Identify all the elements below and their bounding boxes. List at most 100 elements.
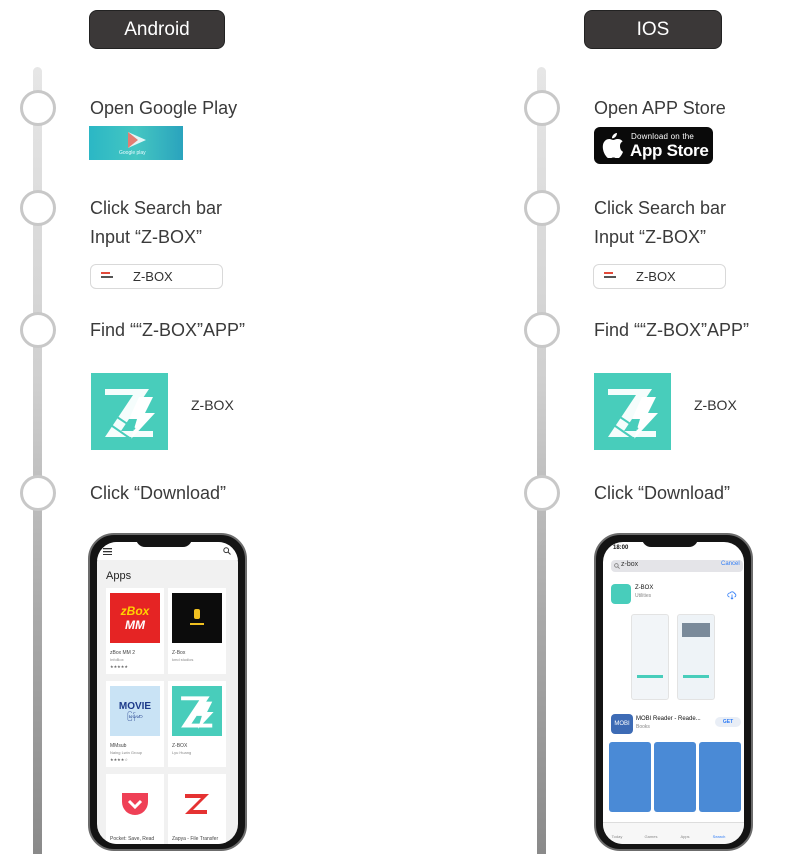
ios-status-time: 18:00 bbox=[613, 545, 629, 551]
ios-timeline-rail bbox=[537, 67, 546, 854]
menu-icon bbox=[101, 272, 113, 281]
zbox-app-name: Z-BOX bbox=[694, 397, 737, 413]
google-play-label: Google play bbox=[119, 150, 146, 156]
zbox-mm-icon-line2: MM bbox=[125, 618, 145, 632]
hamburger-icon[interactable] bbox=[103, 548, 112, 555]
step-find-app: Find ““Z-BOX”APP” bbox=[594, 320, 750, 340]
movie-icon-line2: မြန်မာ bbox=[127, 712, 143, 720]
step-click-download: Click “Download” bbox=[594, 483, 731, 503]
zapya-icon bbox=[185, 794, 209, 814]
app-card-rating: ★★★★★ bbox=[110, 664, 128, 669]
ios-tab-bar: Today Games Apps Search bbox=[603, 822, 744, 844]
android-header: Android bbox=[89, 10, 225, 49]
app-card-title: Zapya - File Transfer bbox=[172, 836, 219, 842]
zbox-result-icon[interactable] bbox=[611, 584, 631, 604]
android-column: Android Open Google Play Google play Cli… bbox=[0, 0, 360, 854]
ios-search-bar[interactable]: Z-BOX bbox=[593, 264, 726, 289]
app-store-badge[interactable]: Download on the App Store bbox=[594, 127, 713, 164]
step-node-1 bbox=[20, 90, 56, 126]
tab-today[interactable]: Today bbox=[607, 834, 627, 839]
ios-phone-query: z-box bbox=[621, 561, 639, 568]
step-open-google-play: Open Google Play bbox=[90, 98, 238, 118]
app-card-dev: kmd studios bbox=[172, 657, 194, 662]
app-card-title: Z-Box bbox=[172, 650, 186, 656]
step-node-3 bbox=[20, 312, 56, 348]
result1-name: Z-BOX bbox=[635, 585, 654, 591]
movie-app-icon: MOVIE မြန်မာ bbox=[110, 686, 160, 736]
android-search-text: Z-BOX bbox=[133, 269, 173, 284]
mobi-reader-icon[interactable]: MOBI bbox=[611, 714, 633, 734]
app-card-title: zBox MM 2 bbox=[110, 650, 136, 656]
step-node-4 bbox=[20, 475, 56, 511]
step-node-3 bbox=[524, 312, 560, 348]
app-card-rating: ★★★★☆ bbox=[110, 757, 128, 762]
ios-phone-mockup: 18:00 z-box Cancel Z-BOX Utilities MOBI … bbox=[594, 533, 753, 851]
result2-name: MOBI Reader - Reade... bbox=[636, 716, 701, 722]
mobi-screenshot bbox=[699, 742, 741, 812]
pocket-app-icon bbox=[110, 779, 160, 829]
apple-icon bbox=[602, 133, 623, 158]
ios-phone-cancel[interactable]: Cancel bbox=[721, 561, 740, 567]
tab-games[interactable]: Games bbox=[641, 834, 661, 839]
ios-header: IOS bbox=[584, 10, 722, 49]
step-click-search-line2: Input “Z-BOX” bbox=[90, 227, 203, 247]
step-find-app: Find ““Z-BOX”APP” bbox=[90, 320, 246, 340]
app-card[interactable]: Pocket: Save, Read bbox=[106, 774, 164, 844]
ios-search-text: Z-BOX bbox=[636, 269, 676, 284]
step-node-2 bbox=[20, 190, 56, 226]
zbox-small-logo-icon bbox=[181, 696, 214, 729]
zbox-app-name: Z-BOX bbox=[191, 397, 234, 413]
result1-sub: Utilities bbox=[635, 593, 652, 599]
screenshot-thumb bbox=[677, 614, 715, 700]
app-card-dev: Naing Lwin Group bbox=[110, 750, 143, 755]
app-card-dev: InfoBox bbox=[110, 657, 124, 662]
phone-notch bbox=[136, 535, 192, 547]
app-card[interactable]: MOVIE မြန်မာ MMsub Naing Lwin Group ★★★★… bbox=[106, 681, 164, 767]
android-search-bar[interactable]: Z-BOX bbox=[90, 264, 223, 289]
step-open-app-store: Open APP Store bbox=[594, 98, 726, 118]
mobi-screenshot bbox=[654, 742, 696, 812]
step-click-search-line2: Input “Z-BOX” bbox=[594, 227, 707, 247]
tab-search[interactable]: Search bbox=[709, 834, 729, 839]
app-card[interactable]: Z-Box kmd studios bbox=[168, 588, 226, 674]
android-phone-mockup: Apps zBox MM zBox MM 2 InfoBox ★★★★★ Z-B… bbox=[88, 533, 247, 851]
zbox-small-icon bbox=[172, 686, 222, 736]
zbox-logo-icon bbox=[91, 373, 168, 450]
app-card-dev: Lyu Huang bbox=[172, 750, 192, 755]
pocket-icon bbox=[122, 793, 148, 815]
app-card-title: Z-BOX bbox=[172, 743, 188, 749]
step-node-4 bbox=[524, 475, 560, 511]
step-click-download: Click “Download” bbox=[90, 483, 227, 503]
mobi-screenshot bbox=[609, 742, 651, 812]
tab-apps[interactable]: Apps bbox=[675, 834, 695, 839]
app-store-badge-small: Download on the bbox=[631, 132, 695, 141]
zbox-mm-icon: zBox MM bbox=[110, 593, 160, 643]
zbox-app-icon[interactable] bbox=[594, 373, 671, 450]
zbox-app-icon[interactable] bbox=[91, 373, 168, 450]
menu-icon bbox=[604, 272, 616, 281]
search-icon[interactable] bbox=[223, 547, 231, 555]
movie-icon-line1: MOVIE bbox=[118, 700, 152, 712]
cloud-download-icon[interactable] bbox=[727, 590, 737, 600]
zapya-app-icon bbox=[172, 779, 222, 829]
zbox-black-icon bbox=[172, 593, 222, 643]
google-play-icon bbox=[128, 132, 146, 148]
app-card[interactable]: zBox MM zBox MM 2 InfoBox ★★★★★ bbox=[106, 588, 164, 674]
app-card-title: Pocket: Save, Read bbox=[110, 836, 155, 842]
google-play-banner[interactable]: Google play bbox=[89, 126, 183, 160]
apps-section-title: Apps bbox=[106, 570, 132, 582]
android-timeline-rail bbox=[33, 67, 42, 854]
step-node-1 bbox=[524, 90, 560, 126]
app-store-badge-big: App Store bbox=[630, 141, 709, 160]
zbox-mm-icon-line1: zBox bbox=[120, 604, 150, 618]
step-click-search-line1: Click Search bar bbox=[594, 198, 727, 218]
zbox-logo-icon bbox=[594, 373, 671, 450]
screenshot-thumb bbox=[631, 614, 669, 700]
result2-sub: Books bbox=[636, 724, 650, 730]
app-card-title: MMsub bbox=[110, 743, 127, 749]
app-card[interactable]: Z-BOX Lyu Huang bbox=[168, 681, 226, 767]
app-card[interactable]: Zapya - File Transfer bbox=[168, 774, 226, 844]
android-phone-screen: Apps zBox MM zBox MM 2 InfoBox ★★★★★ Z-B… bbox=[97, 542, 238, 844]
phone-notch bbox=[642, 535, 698, 547]
get-button[interactable]: GET bbox=[715, 717, 741, 727]
